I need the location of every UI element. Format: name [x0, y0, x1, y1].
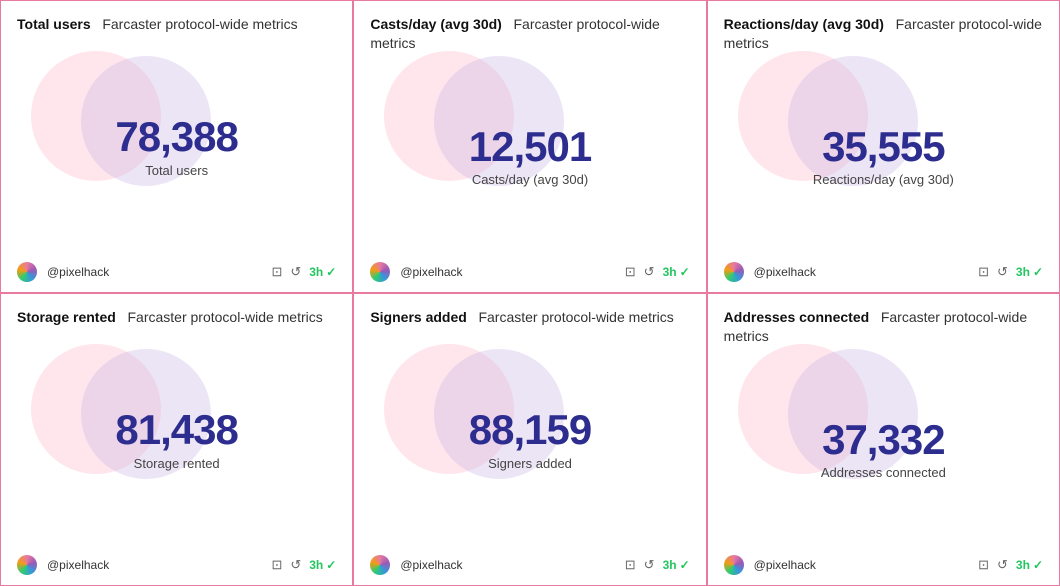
avatar-signers-added: [370, 555, 390, 575]
time-value-total-users: 3h: [309, 265, 323, 279]
metric-value-casts-per-day: 12,501: [469, 124, 591, 170]
username-storage-rented: @pixelhack: [47, 558, 109, 572]
time-badge-casts-per-day: 3h ✓: [663, 265, 690, 279]
camera-icon-signers-added[interactable]: ⊡: [625, 557, 636, 573]
check-icon-addresses-connected: ✓: [1033, 558, 1043, 572]
time-badge-signers-added: 3h ✓: [663, 558, 690, 572]
check-icon-total-users: ✓: [326, 265, 336, 279]
metric-center-storage-rented: 81,438 Storage rented: [17, 335, 336, 543]
card-footer-addresses-connected: @pixelhack ⊡ ↺ 3h ✓: [724, 551, 1043, 575]
card-storage-rented: Storage rented Farcaster protocol-wide m…: [0, 293, 353, 586]
metric-label-reactions-per-day: Reactions/day (avg 30d): [813, 172, 954, 187]
card-title-casts-per-day: Casts/day (avg 30d) Farcaster protocol-w…: [370, 15, 689, 53]
camera-icon-addresses-connected[interactable]: ⊡: [978, 557, 989, 573]
metrics-grid: Total users Farcaster protocol-wide metr…: [0, 0, 1060, 586]
metric-name-addresses-connected: Addresses connected: [724, 309, 870, 325]
metric-label-signers-added: Signers added: [488, 456, 572, 471]
check-icon-casts-per-day: ✓: [680, 265, 690, 279]
metric-center-addresses-connected: 37,332 Addresses connected: [724, 354, 1043, 543]
subtitle-signers-added: Farcaster protocol-wide metrics: [478, 309, 673, 325]
refresh-icon-storage-rented[interactable]: ↺: [290, 557, 301, 573]
footer-icons-reactions-per-day: ⊡ ↺ 3h ✓: [978, 264, 1043, 280]
card-total-users: Total users Farcaster protocol-wide metr…: [0, 0, 353, 293]
avatar-reactions-per-day: [724, 262, 744, 282]
card-footer-storage-rented: @pixelhack ⊡ ↺ 3h ✓: [17, 551, 336, 575]
metric-name-storage-rented: Storage rented: [17, 309, 116, 325]
avatar-casts-per-day: [370, 262, 390, 282]
card-title-total-users: Total users Farcaster protocol-wide metr…: [17, 15, 336, 34]
camera-icon-casts-per-day[interactable]: ⊡: [625, 264, 636, 280]
metric-value-reactions-per-day: 35,555: [822, 124, 944, 170]
metric-center-total-users: 78,388 Total users: [17, 42, 336, 250]
refresh-icon-reactions-per-day[interactable]: ↺: [997, 264, 1008, 280]
time-badge-reactions-per-day: 3h ✓: [1016, 265, 1043, 279]
footer-icons-addresses-connected: ⊡ ↺ 3h ✓: [978, 557, 1043, 573]
refresh-icon-signers-added[interactable]: ↺: [644, 557, 655, 573]
username-total-users: @pixelhack: [47, 265, 109, 279]
check-icon-storage-rented: ✓: [326, 558, 336, 572]
username-addresses-connected: @pixelhack: [754, 558, 816, 572]
metric-label-addresses-connected: Addresses connected: [821, 465, 946, 480]
footer-icons-storage-rented: ⊡ ↺ 3h ✓: [271, 557, 336, 573]
footer-icons-casts-per-day: ⊡ ↺ 3h ✓: [625, 264, 690, 280]
card-footer-signers-added: @pixelhack ⊡ ↺ 3h ✓: [370, 551, 689, 575]
avatar-addresses-connected: [724, 555, 744, 575]
time-value-casts-per-day: 3h: [663, 265, 677, 279]
metric-name-signers-added: Signers added: [370, 309, 466, 325]
card-footer-total-users: @pixelhack ⊡ ↺ 3h ✓: [17, 258, 336, 282]
card-signers-added: Signers added Farcaster protocol-wide me…: [353, 293, 706, 586]
metric-center-casts-per-day: 12,501 Casts/day (avg 30d): [370, 61, 689, 250]
username-casts-per-day: @pixelhack: [400, 265, 462, 279]
camera-icon-storage-rented[interactable]: ⊡: [271, 557, 282, 573]
time-badge-total-users: 3h ✓: [309, 265, 336, 279]
footer-icons-signers-added: ⊡ ↺ 3h ✓: [625, 557, 690, 573]
card-footer-reactions-per-day: @pixelhack ⊡ ↺ 3h ✓: [724, 258, 1043, 282]
card-title-signers-added: Signers added Farcaster protocol-wide me…: [370, 308, 689, 327]
card-footer-casts-per-day: @pixelhack ⊡ ↺ 3h ✓: [370, 258, 689, 282]
metric-name-casts-per-day: Casts/day (avg 30d): [370, 16, 502, 32]
card-casts-per-day: Casts/day (avg 30d) Farcaster protocol-w…: [353, 0, 706, 293]
subtitle-storage-rented: Farcaster protocol-wide metrics: [127, 309, 322, 325]
metric-value-signers-added: 88,159: [469, 407, 591, 453]
metric-name-reactions-per-day: Reactions/day (avg 30d): [724, 16, 884, 32]
metric-label-storage-rented: Storage rented: [134, 456, 220, 471]
camera-icon-total-users[interactable]: ⊡: [271, 264, 282, 280]
check-icon-signers-added: ✓: [680, 558, 690, 572]
avatar-total-users: [17, 262, 37, 282]
time-value-addresses-connected: 3h: [1016, 558, 1030, 572]
refresh-icon-casts-per-day[interactable]: ↺: [644, 264, 655, 280]
metric-value-storage-rented: 81,438: [115, 407, 237, 453]
metric-center-reactions-per-day: 35,555 Reactions/day (avg 30d): [724, 61, 1043, 250]
username-reactions-per-day: @pixelhack: [754, 265, 816, 279]
metric-value-addresses-connected: 37,332: [822, 417, 944, 463]
metric-center-signers-added: 88,159 Signers added: [370, 335, 689, 543]
time-value-storage-rented: 3h: [309, 558, 323, 572]
time-value-reactions-per-day: 3h: [1016, 265, 1030, 279]
subtitle-total-users: Farcaster protocol-wide metrics: [102, 16, 297, 32]
time-value-signers-added: 3h: [663, 558, 677, 572]
metric-label-casts-per-day: Casts/day (avg 30d): [472, 172, 588, 187]
refresh-icon-total-users[interactable]: ↺: [290, 264, 301, 280]
avatar-storage-rented: [17, 555, 37, 575]
card-title-storage-rented: Storage rented Farcaster protocol-wide m…: [17, 308, 336, 327]
metric-value-total-users: 78,388: [115, 114, 237, 160]
card-title-addresses-connected: Addresses connected Farcaster protocol-w…: [724, 308, 1043, 346]
metric-label-total-users: Total users: [145, 163, 208, 178]
check-icon-reactions-per-day: ✓: [1033, 265, 1043, 279]
camera-icon-reactions-per-day[interactable]: ⊡: [978, 264, 989, 280]
card-reactions-per-day: Reactions/day (avg 30d) Farcaster protoc…: [707, 0, 1060, 293]
username-signers-added: @pixelhack: [400, 558, 462, 572]
time-badge-storage-rented: 3h ✓: [309, 558, 336, 572]
footer-icons-total-users: ⊡ ↺ 3h ✓: [271, 264, 336, 280]
refresh-icon-addresses-connected[interactable]: ↺: [997, 557, 1008, 573]
metric-name-total-users: Total users: [17, 16, 91, 32]
card-title-reactions-per-day: Reactions/day (avg 30d) Farcaster protoc…: [724, 15, 1043, 53]
time-badge-addresses-connected: 3h ✓: [1016, 558, 1043, 572]
card-addresses-connected: Addresses connected Farcaster protocol-w…: [707, 293, 1060, 586]
